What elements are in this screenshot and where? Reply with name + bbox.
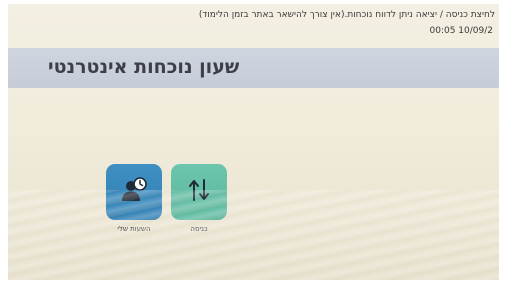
entry-label: כניסה — [190, 225, 208, 233]
page-title: שעון נוכחות אינטרנטי — [48, 56, 240, 78]
title-bar: שעון נוכחות אינטרנטי — [8, 48, 499, 88]
entry-button[interactable] — [171, 164, 227, 220]
app-screen: לחיצת כניסה / יציאה ניתן לדווח נוכחות.(א… — [8, 4, 499, 280]
my-hours-label: השעות שלי — [117, 225, 151, 233]
user-clock-icon — [119, 177, 149, 207]
instruction-text: לחיצת כניסה / יציאה ניתן לדווח נוכחות.(א… — [198, 10, 495, 20]
my-hours-button[interactable] — [106, 164, 162, 220]
up-down-arrows-icon — [187, 177, 211, 207]
date-time: 00:05 10/09/2 — [429, 26, 494, 36]
